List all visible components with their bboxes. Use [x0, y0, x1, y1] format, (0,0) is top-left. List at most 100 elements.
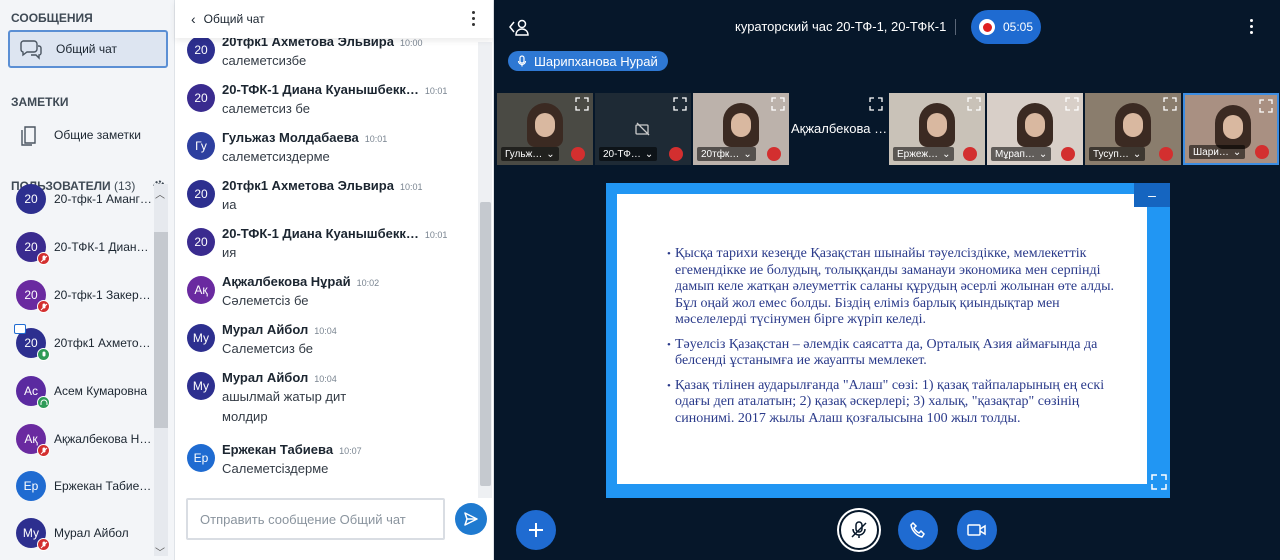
chat-options-icon[interactable] — [472, 11, 475, 26]
user-list-item[interactable]: 20 20-ТФК-1 Диана… — [16, 232, 156, 265]
avatar: Ер — [187, 444, 215, 472]
participant-name[interactable]: Гульж… ⌄ — [501, 147, 559, 161]
avatar-initials: Ақ — [24, 432, 38, 446]
message-text: салеметсизбе — [222, 53, 307, 68]
participant-name[interactable]: Мұрап… ⌄ — [991, 147, 1052, 161]
user-list: 20 20-тфк-1 Аманг… 20 20-ТФК-1 Диана… 20 20-т… — [0, 182, 174, 560]
participant-name-text: Тусуп… — [1093, 148, 1129, 160]
webcam-thumbnail[interactable]: Тусуп… ⌄ — [1085, 93, 1181, 165]
webcam-thumbnail[interactable]: Гульж… ⌄ — [497, 93, 593, 165]
shared-notes-label: Общие заметки — [54, 128, 141, 142]
muted-mic-icon — [571, 147, 585, 161]
participant-name[interactable]: 20тфк… ⌄ — [697, 147, 756, 161]
avatar-initials: 20 — [24, 192, 38, 206]
avatar: Му — [187, 372, 215, 400]
avatar-initials: Ас — [23, 384, 38, 398]
chat-scrollbar-thumb[interactable] — [480, 202, 491, 486]
recording-indicator[interactable]: 05:05 — [971, 10, 1041, 44]
expand-icon[interactable] — [1259, 99, 1273, 118]
user-list-item[interactable]: Му Мурал Айбол — [16, 518, 156, 551]
message-author: 20-ТФК-1 Диана Куанышбекк… — [222, 82, 419, 97]
fullscreen-icon[interactable] — [1150, 473, 1168, 496]
chevron-down-icon: ⌄ — [743, 148, 752, 160]
message-body: 20тфк1 Ахметова Эльвира 10:01 иа — [222, 178, 423, 213]
webcam-thumbnail[interactable]: Мұрап… ⌄ — [987, 93, 1083, 165]
chat-header: ‹ Общий чат — [175, 0, 493, 38]
expand-icon[interactable] — [771, 97, 785, 116]
audio-button[interactable] — [898, 510, 938, 550]
message-text: иа — [222, 197, 237, 212]
webcam-thumbnail[interactable]: Ержеж… ⌄ — [889, 93, 985, 165]
user-name: Ержекан Табие… — [54, 479, 152, 493]
chat-title[interactable]: Общий чат — [204, 12, 265, 26]
message-author: Гульжаз Молдабаева — [222, 130, 359, 145]
webcam-video — [723, 103, 759, 147]
expand-icon[interactable] — [575, 97, 589, 116]
plus-icon — [529, 523, 543, 537]
chat-message-input[interactable]: Отправить сообщение Общий чат — [186, 498, 445, 540]
camera-button[interactable] — [957, 510, 997, 550]
chat-message: Му Мурал Айбол 10:04 Салеметсиз бе — [187, 322, 475, 357]
webcam-thumbnail[interactable]: Ақжалбекова … — [791, 93, 887, 165]
meeting-title: кураторский час 20-ТФ-1, 20-ТФК-1 — [735, 19, 947, 34]
avatar-initials: Гу — [195, 139, 207, 153]
options-menu-icon[interactable] — [1250, 19, 1253, 34]
user-name: 20-тфк-1 Аманг… — [54, 192, 152, 206]
public-chat-item[interactable]: Общий чат — [8, 30, 168, 68]
user-list-item[interactable]: Ер Ержекан Табие… — [16, 471, 156, 501]
avatar-initials: 20 — [194, 43, 208, 57]
participant-name[interactable]: Тусуп… ⌄ — [1089, 147, 1146, 161]
avatar-initials: Му — [192, 331, 210, 345]
message-time: 10:02 — [356, 278, 380, 288]
send-button[interactable] — [455, 503, 487, 535]
mute-button[interactable] — [839, 510, 879, 550]
user-list-item[interactable]: 20 20тфк1 Ахметов… — [16, 328, 156, 361]
message-author: 20тфк1 Ахметова Эльвира — [222, 178, 394, 193]
participant-name-text: Ержеж… — [897, 148, 939, 160]
message-time: 10:04 — [314, 326, 337, 336]
message-header: Ақжалбекова Нұрай 10:02 — [222, 274, 379, 289]
expand-icon[interactable] — [673, 97, 687, 116]
chat-panel: ‹ Общий чат 20 20тфк1 Ахметова Эльвира 10:… — [175, 0, 494, 560]
muted-mic-icon — [37, 444, 50, 457]
user-list-toggle-icon[interactable] — [508, 18, 530, 41]
message-header: 20тфк1 Ахметова Эльвира 10:01 — [222, 178, 423, 193]
participant-face — [731, 113, 751, 137]
avatar: Гу — [187, 132, 215, 160]
message-body: Мурал Айбол 10:04 ашылмай жатыр дит молдир — [222, 370, 346, 425]
presentation-slide: Қысқа тарихи кезеңде Қазақстан шынайы тә… — [617, 194, 1147, 484]
chat-message: Му Мурал Айбол 10:04 ашылмай жатыр дит молди… — [187, 370, 475, 425]
chat-icon — [18, 36, 44, 62]
message-text: Сәлеметсіз бе — [222, 293, 309, 308]
webcam-thumbnail[interactable]: Шари… ⌄ — [1183, 93, 1279, 165]
message-author: Мурал Айбол — [222, 322, 309, 337]
avatar: 20 — [187, 180, 215, 208]
participant-name[interactable]: 20-ТФ… ⌄ — [599, 147, 658, 161]
expand-icon[interactable] — [1065, 97, 1079, 116]
minimize-presentation-button[interactable]: – — [1134, 183, 1170, 207]
participant-name[interactable]: Ержеж… ⌄ — [893, 147, 955, 161]
shared-notes-item[interactable]: Общие заметки — [8, 114, 168, 156]
user-list-item[interactable]: Ақ Ақжалбекова Н… — [16, 424, 156, 457]
webcam-video — [527, 103, 563, 147]
expand-icon[interactable] — [1163, 97, 1177, 116]
user-name: Мурал Айбол — [54, 526, 129, 540]
user-list-item[interactable]: 20 20-тфк-1 Закеро… — [16, 280, 156, 313]
message-time: 10:01 — [364, 134, 388, 144]
back-chevron-icon[interactable]: ‹ — [191, 11, 196, 27]
webcam-thumbnail[interactable]: 20-ТФ… ⌄ — [595, 93, 691, 165]
muted-mic-icon — [37, 538, 50, 551]
user-list-item[interactable]: Ас Асем Кумаровна — [16, 376, 156, 409]
message-body: 20-ТФК-1 Диана Куанышбекк… 10:01 ия — [222, 226, 447, 261]
avatar-initials: 20 — [24, 288, 38, 302]
webcam-thumbnail[interactable]: 20тфк… ⌄ — [693, 93, 789, 165]
talking-user-name: Шарипханова Нурай — [534, 53, 658, 69]
actions-button[interactable] — [516, 510, 556, 550]
participant-name[interactable]: Шари… ⌄ — [1189, 145, 1246, 159]
chat-scrollbar[interactable] — [478, 42, 492, 498]
expand-icon[interactable] — [967, 97, 981, 116]
messages-section-title: СООБЩЕНИЯ — [11, 11, 93, 25]
expand-icon[interactable] — [869, 97, 883, 116]
public-chat-label: Общий чат — [56, 42, 117, 56]
user-list-item[interactable]: 20 20-тфк-1 Аманг… — [16, 184, 156, 214]
